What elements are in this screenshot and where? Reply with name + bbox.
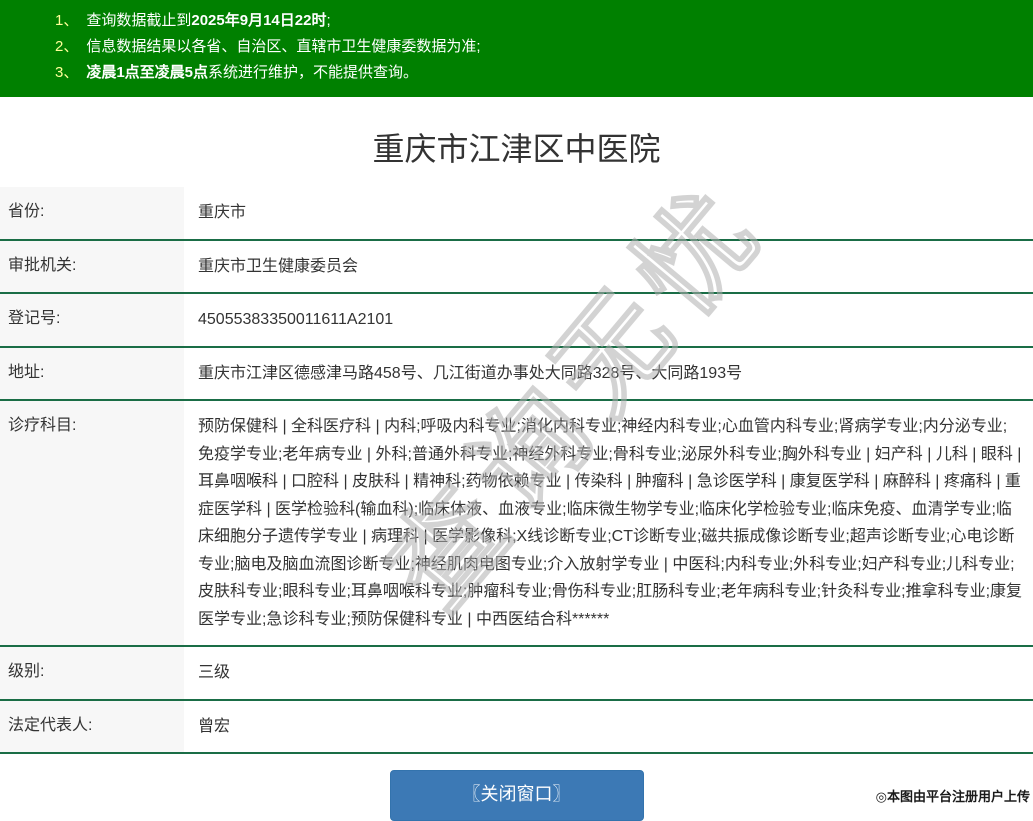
notice-number: 2、	[55, 38, 79, 55]
notice-bold-text: 2025年9月14日22时	[191, 12, 327, 29]
notice-text: ;	[326, 12, 331, 29]
field-label: 登记号:	[0, 294, 186, 346]
notice-line-2: 2、 信息数据结果以各省、自治区、直辖市卫生健康委数据为准;	[55, 34, 1023, 60]
field-value: 三级	[198, 664, 231, 681]
notice-text: 信息数据结果以各省、自治区、直辖市卫生健康委数据为准;	[86, 38, 481, 55]
notice-banner: 1、 查询数据截止到2025年9月14日22时; 2、 信息数据结果以各省、自治区、…	[0, 0, 1033, 97]
notice-text: 系统进行维护，不能提供查询。	[208, 64, 419, 81]
field-value: 曾宏	[198, 717, 231, 735]
table-row-address: 地址: 重庆市江津区德感津马路458号、几江街道办事处大同路328号、大同路19…	[0, 347, 1033, 401]
table-row-medical-departments: 诊疗科目: 预防保健科 | 全科医疗科 | 内科;呼吸内科专业;消化内科专业;神…	[0, 401, 1033, 647]
table-row-level: 级别: 三级	[0, 647, 1033, 701]
field-value: 45055383350011611A2101	[198, 311, 394, 328]
notice-line-1: 1、 查询数据截止到2025年9月14日22时;	[55, 8, 1023, 34]
table-row-registration-number: 登记号: 45055383350011611A2101	[0, 294, 1033, 348]
field-label: 级别:	[0, 647, 186, 699]
table-row-province: 省份: 重庆市	[0, 187, 1033, 241]
field-value: 重庆市	[198, 204, 247, 221]
table-row-legal-representative: 法定代表人: 曾宏	[0, 700, 1033, 754]
notice-number: 3、	[55, 64, 79, 81]
table-row-approval-authority: 审批机关: 重庆市卫生健康委员会	[0, 240, 1033, 294]
upload-attribution-stamp: ◎本图由平台注册用户上传	[875, 789, 1030, 804]
field-label: 法定代表人:	[0, 700, 186, 752]
notice-number: 1、	[55, 12, 79, 29]
page-title: 重庆市江津区中医院	[372, 131, 661, 167]
field-value: 重庆市卫生健康委员会	[198, 257, 359, 275]
notice-bold-text: 凌晨1点至凌晨5点	[86, 64, 209, 81]
field-label: 地址:	[0, 347, 186, 399]
field-value: 预防保健科 | 全科医疗科 | 内科;呼吸内科专业;消化内科专业;神经内科专业;…	[198, 418, 1023, 628]
field-label: 审批机关:	[0, 240, 186, 292]
field-label: 省份:	[0, 187, 186, 239]
hospital-info-table: 省份: 重庆市 审批机关: 重庆市卫生健康委员会 登记号: 4505538335…	[0, 187, 1033, 754]
close-window-button[interactable]: 〖关闭窗口〗	[389, 770, 644, 821]
field-value: 重庆市江津区德感津马路458号、几江街道办事处大同路328号、大同路193号	[198, 364, 743, 382]
field-label: 诊疗科目:	[0, 401, 186, 645]
notice-text: 查询数据截止到	[86, 12, 192, 29]
notice-line-3: 3、 凌晨1点至凌晨5点系统进行维护，不能提供查询。	[55, 60, 1023, 86]
